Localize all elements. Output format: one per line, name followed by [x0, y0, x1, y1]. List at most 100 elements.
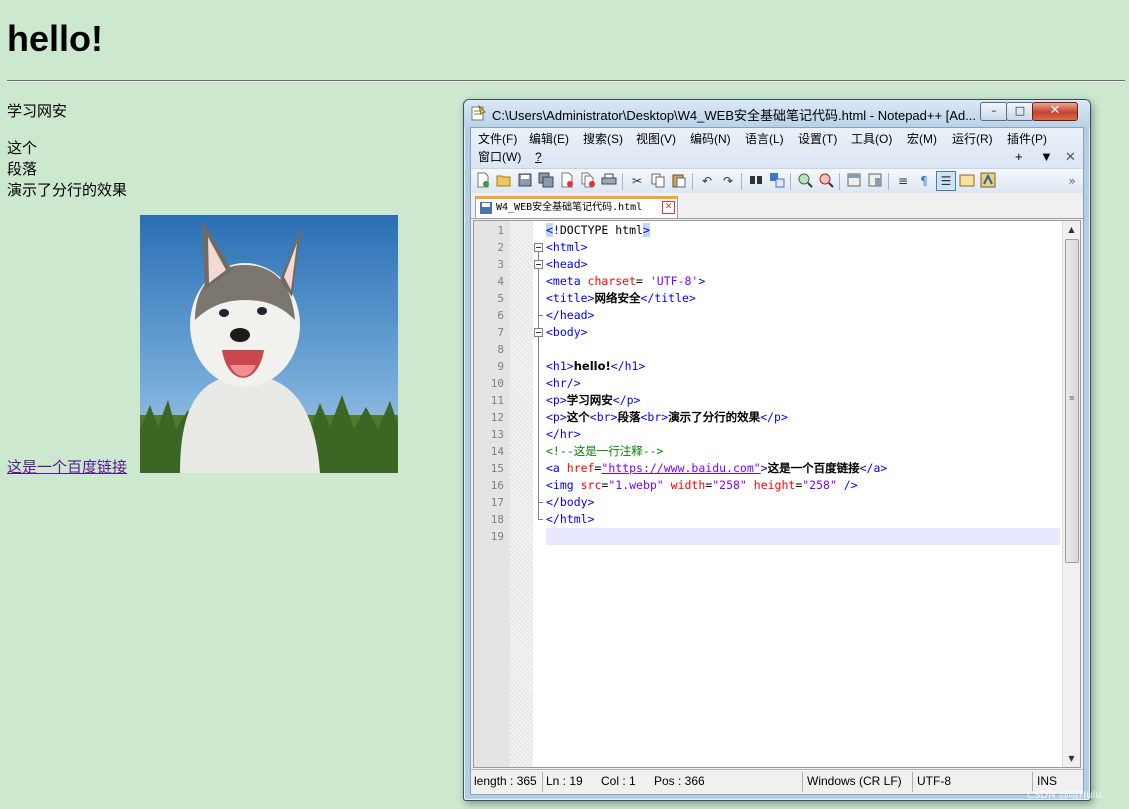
zoom-out-icon[interactable] [817, 172, 835, 190]
code-token: = [636, 274, 643, 288]
user-language-icon[interactable] [958, 172, 976, 190]
find-icon[interactable] [747, 172, 765, 190]
sync-horizontal-icon[interactable] [866, 172, 884, 190]
notepadpp-window: C:\Users\Administrator\Desktop\W4_WEB安全基… [463, 99, 1091, 801]
menu-edit[interactable]: 编辑(E) [529, 130, 569, 148]
scroll-up-arrow-icon[interactable]: ▲ [1063, 221, 1080, 238]
code-token: <br> [589, 410, 618, 424]
new-tab-plus-icon[interactable]: + [1015, 148, 1023, 166]
line-number: 4 [497, 275, 504, 288]
close-button[interactable]: ✕ [1032, 102, 1078, 121]
cut-icon[interactable]: ✂ [628, 172, 646, 190]
menu-help[interactable]: ? [535, 148, 542, 166]
toolbar-separator [622, 173, 623, 190]
menu-macro[interactable]: 宏(M) [907, 130, 937, 148]
save-all-icon[interactable] [537, 172, 555, 190]
menu-search[interactable]: 搜索(S) [583, 130, 623, 148]
save-icon[interactable] [516, 172, 534, 190]
code-token: 演示了分行的效果 [668, 410, 761, 424]
line-number: 3 [497, 258, 504, 271]
line-number: 7 [497, 326, 504, 339]
code-line-4: <meta charset= 'UTF-8'> [546, 273, 705, 290]
zoom-in-icon[interactable] [796, 172, 814, 190]
paste-icon[interactable] [670, 172, 688, 190]
line-number: 8 [497, 343, 504, 356]
toolbar-overflow-icon[interactable]: » [1063, 172, 1081, 190]
open-file-icon[interactable] [495, 172, 513, 190]
code-token: hello! [573, 359, 611, 373]
close-file-icon[interactable] [558, 172, 576, 190]
menu-window[interactable]: 窗口(W) [478, 148, 521, 166]
line-number: 19 [490, 530, 504, 543]
function-list-icon[interactable] [979, 172, 997, 190]
line-number: 2 [497, 241, 504, 254]
undo-icon[interactable]: ↶ [698, 172, 716, 190]
code-token: src [573, 478, 602, 492]
menu-view[interactable]: 视图(V) [636, 130, 676, 148]
code-line-11: <p>学习网安</p> [546, 392, 640, 409]
menu-language[interactable]: 语言(L) [745, 130, 784, 148]
fold-toggle-body[interactable] [534, 328, 543, 337]
vertical-scrollbar[interactable]: ▲ ≡ ▼ [1062, 221, 1080, 767]
tab-close-icon[interactable]: ✕ [662, 201, 675, 214]
scroll-down-arrow-icon[interactable]: ▼ [1063, 750, 1080, 767]
code-token: </a> [859, 461, 888, 475]
replace-icon[interactable] [768, 172, 786, 190]
tab-document[interactable]: W4_WEB安全基础笔记代码.html ✕ [475, 196, 678, 218]
maximize-button[interactable]: □ [1006, 102, 1034, 121]
fold-toggle-head[interactable] [534, 260, 543, 269]
code-line-9: <h1>hello!</h1> [546, 358, 645, 375]
word-wrap-icon[interactable]: ≡ [894, 172, 912, 190]
code-line-5: <title>网络安全</title> [546, 290, 696, 307]
print-icon[interactable] [600, 172, 618, 190]
sync-vertical-icon[interactable] [845, 172, 863, 190]
close-all-icon[interactable] [579, 172, 597, 190]
status-length: length : 365 [474, 774, 537, 788]
fold-line [538, 252, 539, 519]
code-token: <h1> [546, 359, 574, 373]
code-line-16: <img src="1.webp" width="258" height="25… [546, 477, 858, 494]
new-file-icon[interactable] [474, 172, 492, 190]
code-line-12: <p>这个<br>段落<br>演示了分行的效果</p> [546, 409, 788, 426]
window-title: C:\Users\Administrator\Desktop\W4_WEB安全基… [492, 108, 977, 123]
show-all-characters-icon[interactable]: ¶ [915, 172, 933, 190]
menu-tools[interactable]: 工具(O) [851, 130, 892, 148]
code-editor[interactable]: 1 2 3 4 5 6 7 8 9 10 11 12 13 14 15 16 1… [473, 220, 1081, 768]
toolbar: ✂ ↶ ↷ ≡ ¶ ☰ » [471, 168, 1083, 193]
fold-toggle-html[interactable] [534, 243, 543, 252]
code-line-3: <head> [546, 257, 588, 271]
close-document-icon[interactable]: ✕ [1065, 148, 1076, 166]
menu-file[interactable]: 文件(F) [478, 130, 517, 148]
tab-list-dropdown-icon[interactable]: ▼ [1040, 148, 1053, 166]
title-bar[interactable]: C:\Users\Administrator\Desktop\W4_WEB安全基… [464, 100, 1090, 127]
menu-settings[interactable]: 设置(T) [798, 130, 837, 148]
redo-icon[interactable]: ↷ [719, 172, 737, 190]
fold-end [538, 519, 543, 520]
code-token: <meta [546, 274, 581, 288]
code-token: </title> [640, 291, 696, 305]
code-line-18: </html> [546, 512, 595, 526]
code-token: ! [552, 223, 560, 237]
husky-puppy-image [140, 215, 398, 473]
status-encoding[interactable]: UTF-8 [917, 774, 951, 788]
paragraph-line: 段落 [7, 160, 38, 178]
code-token: < [546, 223, 553, 237]
menu-encoding[interactable]: 编码(N) [690, 130, 731, 148]
scrollbar-thumb[interactable]: ≡ [1065, 239, 1079, 563]
code-token: 这个 [566, 410, 590, 424]
status-eol-format[interactable]: Windows (CR LF) [807, 774, 902, 788]
menu-plugins[interactable]: 插件(P) [1007, 130, 1047, 148]
menu-run[interactable]: 运行(R) [952, 130, 993, 148]
status-position: Pos : 366 [654, 774, 705, 788]
indent-guide-icon[interactable]: ☰ [936, 171, 956, 191]
page-heading: hello! [7, 18, 103, 59]
copy-icon[interactable] [649, 172, 667, 190]
baidu-link[interactable]: 这是一个百度链接 [7, 457, 127, 477]
code-line-15: <a href="https://www.baidu.com">这是一个百度链接… [546, 460, 887, 477]
code-line-10: <hr/> [546, 376, 581, 390]
code-token: href [559, 461, 595, 475]
grip-icon: ≡ [1069, 394, 1075, 402]
tab-bar: W4_WEB安全基础笔记代码.html ✕ [471, 194, 1083, 219]
code-line-7: <body> [546, 325, 588, 339]
minimize-button[interactable]: – [980, 102, 1008, 121]
